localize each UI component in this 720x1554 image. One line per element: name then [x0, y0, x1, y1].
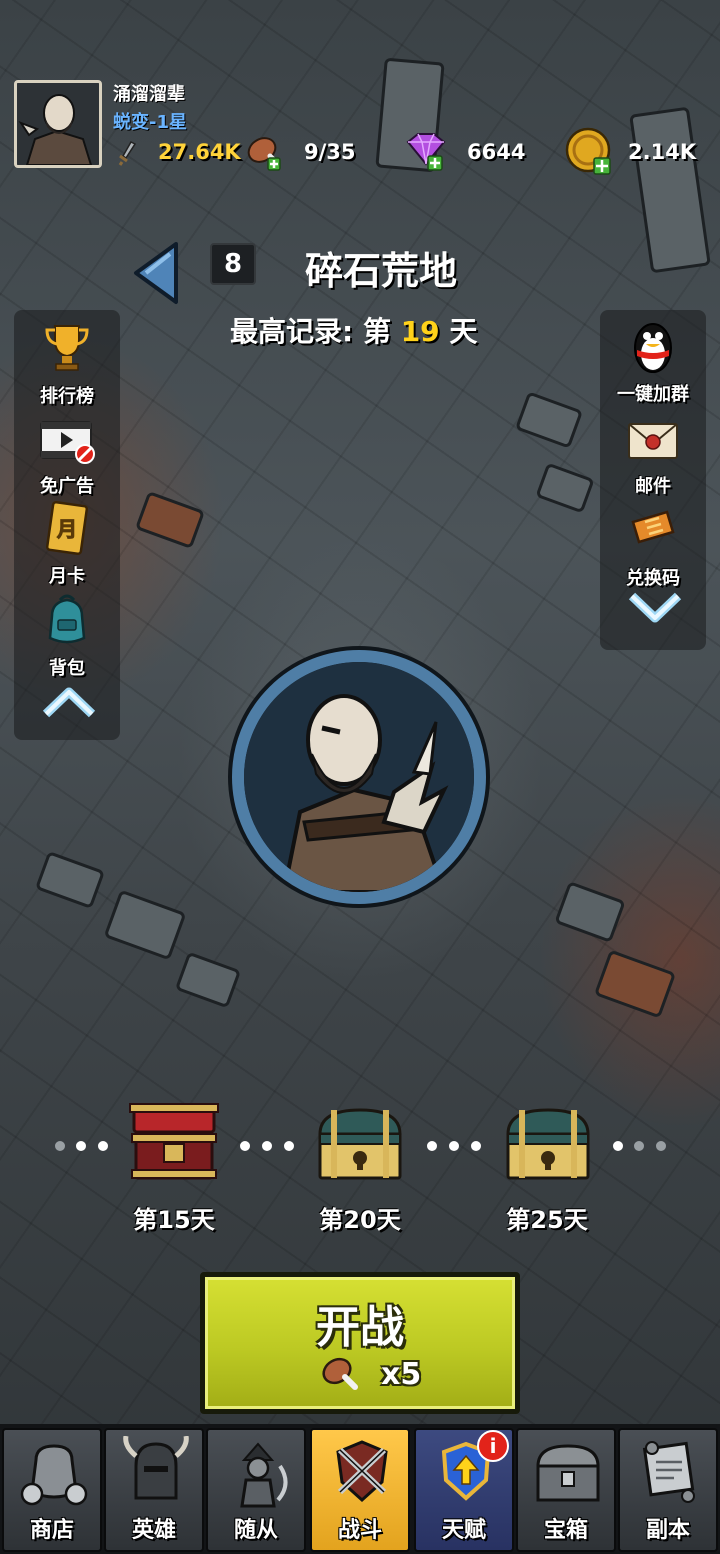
progress-dot — [427, 1141, 437, 1151]
expand-down-chevron-icon[interactable] — [626, 588, 684, 628]
tab-talent-label: 天赋 — [441, 1518, 486, 1543]
rubble-rock — [514, 391, 584, 449]
locked-chest-icon[interactable] — [314, 1104, 406, 1186]
rubble-rock — [34, 850, 106, 910]
rubble-rock — [593, 949, 677, 1019]
mail-icon — [628, 423, 678, 459]
start-battle-label: 开战 — [316, 1302, 404, 1353]
hero-portrait-frame[interactable] — [232, 650, 486, 904]
rubble-rock — [174, 951, 242, 1009]
progress-dot — [240, 1141, 250, 1151]
stamina-value: 9/35 — [304, 140, 356, 164]
talent-notification-badge: i — [477, 1430, 509, 1462]
trophy-icon — [45, 325, 89, 371]
progress-dot — [262, 1141, 272, 1151]
progress-dot — [471, 1141, 481, 1151]
power-value: 27.64K — [158, 140, 241, 164]
month-card-icon: 月 — [45, 501, 89, 555]
milestone-day-15: 第15天 — [133, 1206, 215, 1234]
knight-helmet-icon — [123, 1436, 189, 1500]
chest-icon — [536, 1444, 600, 1502]
mail-label: 邮件 — [635, 476, 671, 497]
best-record: 最高记录: 第 19 天 — [230, 310, 477, 350]
progress-dot — [76, 1141, 86, 1151]
stamina-cost: x5 — [381, 1357, 422, 1392]
player-rank: 蜕变-1星 — [113, 112, 187, 133]
scroll-icon — [642, 1441, 695, 1503]
progress-dot — [656, 1141, 666, 1151]
month-card-button[interactable]: 月 月卡 — [17, 500, 117, 590]
gems-value: 6644 — [467, 140, 526, 164]
join-group-button[interactable]: 一键加群 — [603, 318, 703, 408]
tab-dungeon-label: 副本 — [645, 1518, 690, 1543]
gem-icon[interactable] — [402, 130, 450, 172]
follower-icon — [240, 1442, 288, 1508]
progress-dot — [634, 1141, 644, 1151]
ticket-icon — [631, 510, 675, 544]
leaderboard-label: 排行榜 — [40, 386, 94, 407]
progress-dot — [449, 1141, 459, 1151]
leaderboard-button[interactable]: 排行榜 — [17, 320, 117, 410]
tab-battle[interactable]: 战斗 — [310, 1428, 410, 1552]
no-ads-label: 免广告 — [40, 476, 94, 497]
milestone-day-25: 第25天 — [506, 1206, 588, 1234]
backpack-icon — [48, 594, 86, 644]
tab-shop[interactable]: 商店 — [2, 1428, 102, 1552]
milestone-day-20: 第20天 — [319, 1206, 401, 1234]
tab-followers[interactable]: 随从 — [206, 1428, 306, 1552]
stage-name: 碎石荒地 — [305, 249, 458, 293]
rubble-rock — [629, 106, 711, 274]
sword-power-icon — [118, 141, 137, 166]
rubble-rock — [554, 881, 626, 943]
best-record-suffix: 天 — [449, 315, 478, 348]
bottom-navigation: 商店 英雄 随从 战斗 天赋 宝箱 副本 — [0, 1424, 720, 1554]
hero-portrait-icon — [17, 83, 99, 165]
stage-number: 8 — [210, 243, 256, 285]
hero-barbarian-icon — [244, 662, 474, 892]
start-battle-button[interactable]: 开战 x5 — [200, 1272, 520, 1414]
rubble-rock — [103, 889, 187, 961]
best-record-day: 19 — [400, 315, 440, 348]
best-record-prefix: 最高记录: 第 — [230, 315, 391, 348]
meat-stamina-icon[interactable] — [244, 132, 284, 172]
svg-text:月: 月 — [56, 517, 77, 541]
tab-hero-label: 英雄 — [131, 1518, 176, 1543]
crossed-swords-icon — [336, 1440, 388, 1503]
progress-dot — [613, 1141, 623, 1151]
progress-dot — [284, 1141, 294, 1151]
redeem-code-label: 兑换码 — [626, 568, 680, 589]
backpack-label: 背包 — [49, 658, 85, 679]
player-name: 涌溜溜辈 — [113, 84, 185, 105]
tab-followers-label: 随从 — [233, 1518, 278, 1543]
gold-coin-icon[interactable] — [564, 126, 616, 176]
join-group-label: 一键加群 — [617, 384, 689, 405]
previous-stage-arrow-icon[interactable] — [132, 240, 180, 306]
qq-penguin-icon — [634, 323, 672, 373]
tab-chest[interactable]: 宝箱 — [516, 1428, 616, 1552]
tab-shop-label: 商店 — [29, 1518, 74, 1543]
no-ads-icon — [40, 421, 95, 464]
collapse-up-chevron-icon[interactable] — [40, 682, 98, 722]
meat-stamina-icon — [322, 1357, 358, 1390]
rubble-rock — [535, 462, 595, 514]
opened-chest-icon[interactable] — [128, 1100, 220, 1182]
gold-value: 2.14K — [628, 140, 697, 164]
tab-chest-label: 宝箱 — [543, 1518, 588, 1543]
rubble-rock — [134, 490, 206, 550]
locked-chest-icon[interactable] — [502, 1104, 594, 1186]
month-card-label: 月卡 — [49, 566, 85, 587]
mail-button[interactable]: 邮件 — [603, 410, 703, 500]
redeem-code-button[interactable]: 兑换码 — [603, 502, 703, 592]
player-avatar[interactable] — [14, 80, 102, 168]
backpack-button[interactable]: 背包 — [17, 592, 117, 682]
shop-bag-icon — [20, 1444, 88, 1506]
tab-hero[interactable]: 英雄 — [104, 1428, 204, 1552]
progress-dot — [55, 1141, 65, 1151]
tab-dungeon[interactable]: 副本 — [618, 1428, 718, 1552]
progress-dot — [98, 1141, 108, 1151]
no-ads-button[interactable]: 免广告 — [17, 410, 117, 500]
tab-battle-label: 战斗 — [337, 1518, 382, 1543]
